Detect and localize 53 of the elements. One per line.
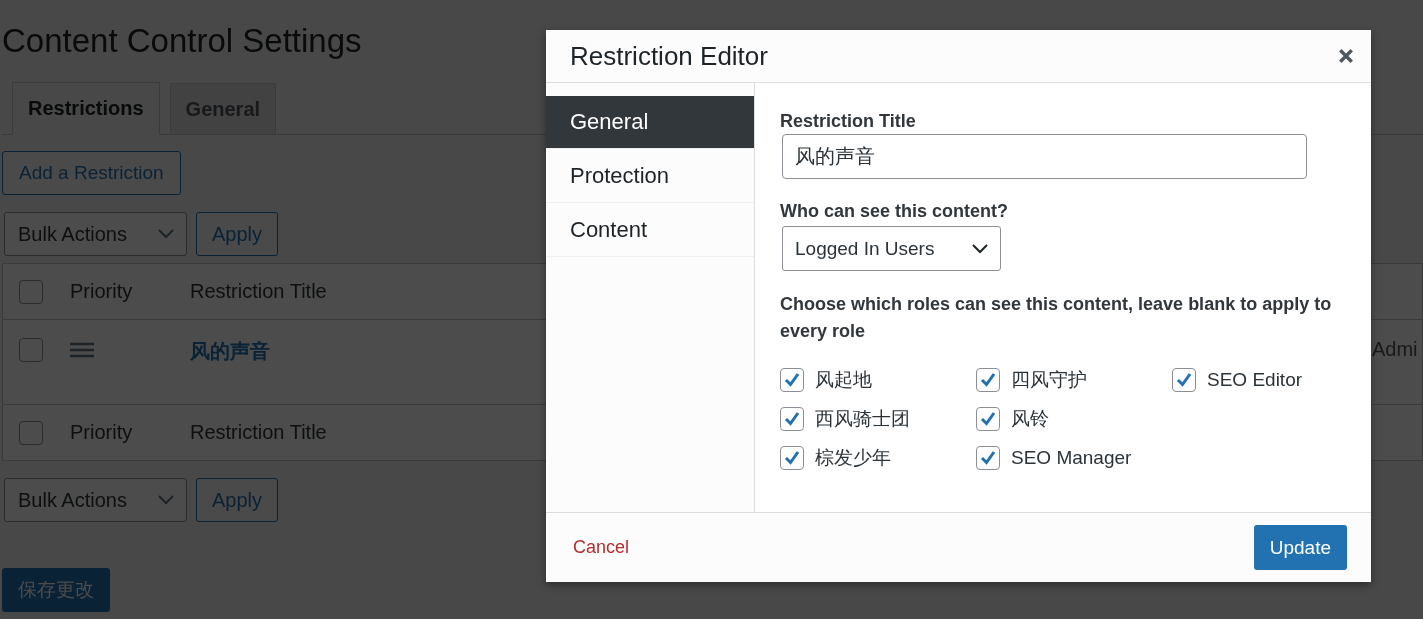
bulk-actions-select[interactable]: Bulk Actions bbox=[4, 478, 187, 522]
apply-button[interactable]: Apply bbox=[196, 478, 278, 522]
restriction-title-link[interactable]: 风的声音 bbox=[190, 338, 270, 365]
check-icon bbox=[782, 370, 802, 390]
column-header: Restriction Title bbox=[190, 280, 327, 303]
page-title: Content Control Settings bbox=[2, 21, 362, 61]
sidebar-tab[interactable]: Protection bbox=[546, 149, 754, 203]
restriction-title-field[interactable]: 风的声音 bbox=[782, 134, 1307, 179]
check-icon bbox=[782, 409, 802, 429]
role-label: 四风守护 bbox=[1011, 368, 1087, 392]
cancel-link[interactable]: Cancel bbox=[573, 537, 630, 558]
save-changes-button[interactable]: 保存更改 bbox=[2, 568, 110, 612]
close-icon[interactable] bbox=[1338, 48, 1354, 64]
check-icon bbox=[782, 448, 802, 468]
role-label: 风铃 bbox=[1011, 407, 1049, 431]
field-label: Restriction Title bbox=[780, 110, 916, 133]
check-icon bbox=[1174, 370, 1194, 390]
row-checkbox[interactable] bbox=[19, 338, 43, 362]
role-checkbox[interactable] bbox=[976, 368, 1000, 392]
select-all-checkbox[interactable] bbox=[19, 279, 43, 304]
column-header: Priority bbox=[70, 280, 134, 303]
role-checkbox[interactable] bbox=[1172, 368, 1196, 392]
role-label: SEO Editor bbox=[1207, 369, 1303, 391]
chevron-down-icon bbox=[972, 243, 988, 254]
role-checkbox[interactable] bbox=[976, 446, 1000, 470]
visibility-select[interactable]: Logged In Users bbox=[782, 226, 1001, 271]
select-all-checkbox[interactable] bbox=[19, 420, 43, 445]
role-label: SEO Manager bbox=[1011, 447, 1132, 469]
field-label: Choose which roles can see this content, leave blank to apply to every role bbox=[780, 293, 1333, 343]
check-icon bbox=[978, 409, 998, 429]
role-checkbox[interactable] bbox=[780, 446, 804, 470]
add-restriction-button[interactable]: Add a Restriction bbox=[2, 151, 181, 195]
drag-handle-icon[interactable] bbox=[70, 342, 94, 358]
column-header: Priority bbox=[70, 421, 134, 444]
field-label: Who can see this content? bbox=[780, 200, 1009, 223]
update-button[interactable]: Update bbox=[1253, 525, 1347, 570]
check-icon bbox=[978, 448, 998, 468]
role-checkbox[interactable] bbox=[780, 368, 804, 392]
role-label: 风起地 bbox=[815, 368, 872, 392]
column-header: Restriction Title bbox=[190, 421, 327, 444]
bulk-actions-select[interactable]: Bulk Actions bbox=[4, 212, 187, 256]
chevron-down-icon bbox=[158, 229, 174, 239]
dialog-title: Restriction Editor bbox=[570, 40, 768, 72]
sidebar-tab[interactable]: General bbox=[546, 96, 754, 149]
chevron-down-icon bbox=[158, 495, 174, 505]
role-checkbox[interactable] bbox=[976, 407, 1000, 431]
settings-tab[interactable]: Restrictions bbox=[12, 82, 160, 135]
sidebar-tab[interactable]: Content bbox=[546, 203, 754, 257]
check-icon bbox=[978, 370, 998, 390]
role-label: 棕发少年 bbox=[815, 446, 891, 470]
role-label: 西风骑士团 bbox=[815, 407, 910, 431]
apply-button[interactable]: Apply bbox=[196, 212, 278, 256]
role-checkbox[interactable] bbox=[780, 407, 804, 431]
